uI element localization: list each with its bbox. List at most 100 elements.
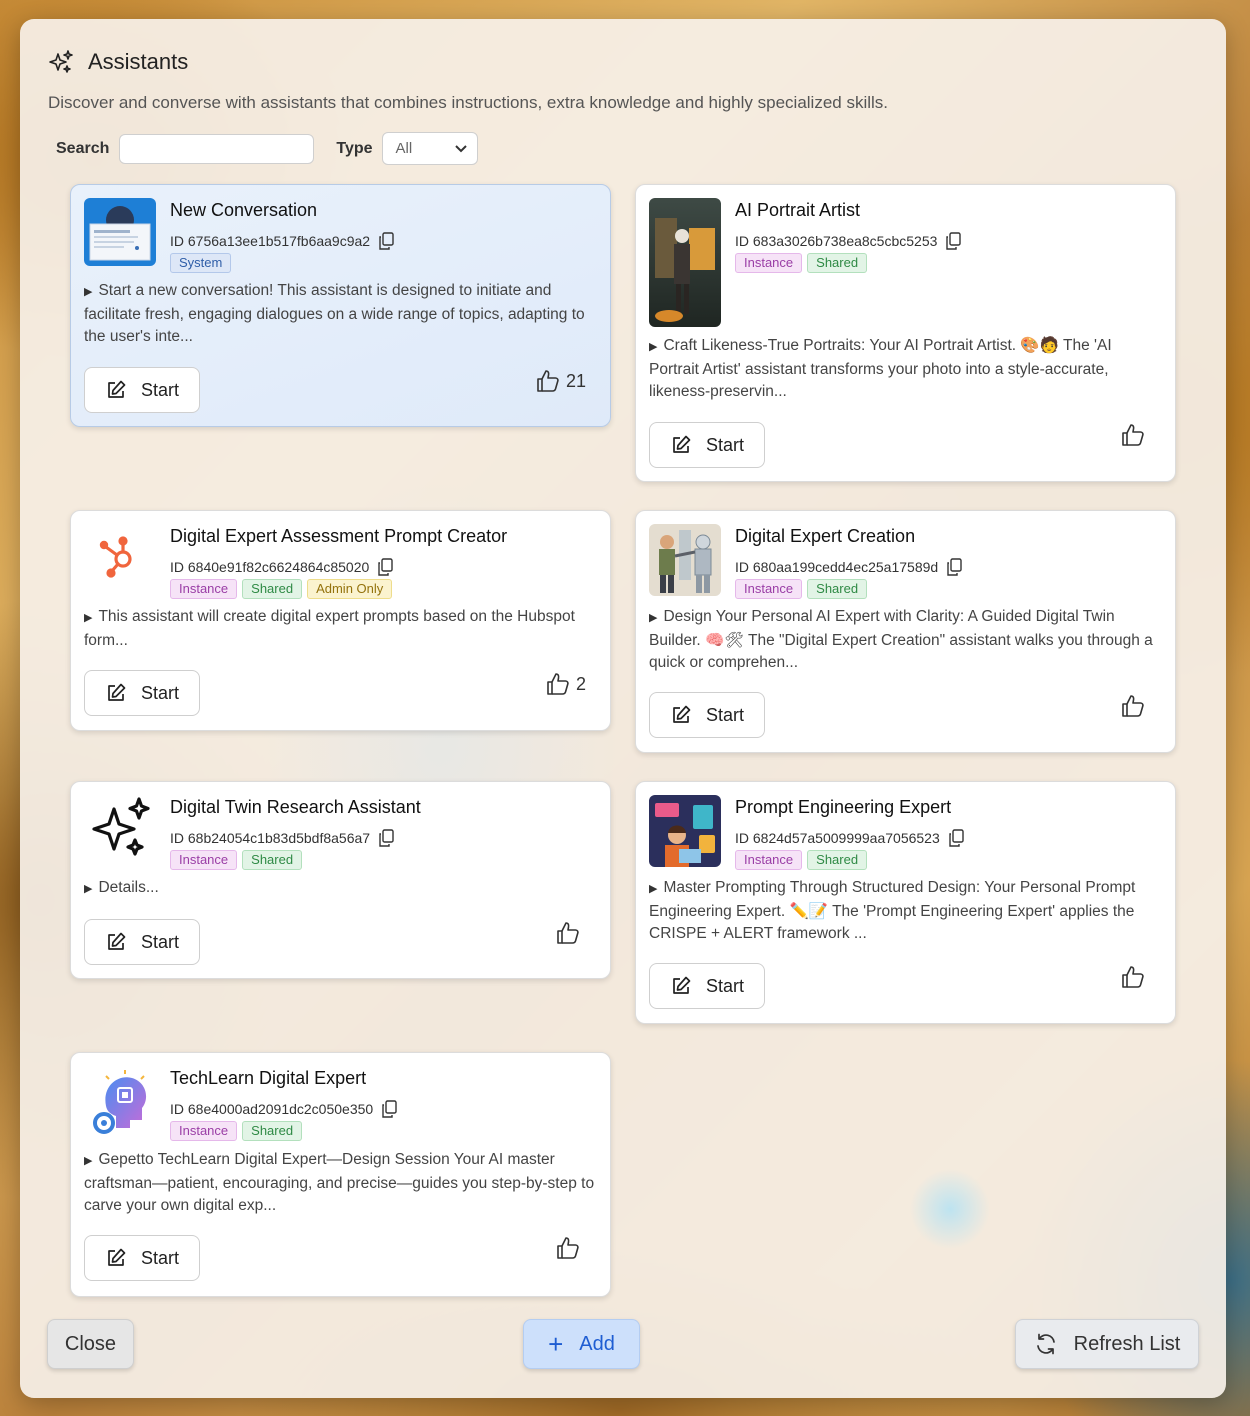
thumbs-up-icon	[557, 922, 579, 944]
add-button[interactable]: + Add	[523, 1319, 640, 1369]
assistant-description[interactable]: ▶ Start a new conversation! This assistan…	[84, 280, 597, 349]
copy-icon[interactable]	[946, 558, 962, 576]
copy-icon[interactable]	[381, 1100, 397, 1118]
like-button[interactable]: 2	[545, 671, 586, 697]
assistant-card[interactable]: Digital Expert Assessment Prompt Creator…	[70, 510, 611, 731]
copy-icon[interactable]	[377, 558, 393, 576]
assistant-description-text: Master Prompting Through Structured Desi…	[649, 879, 1136, 942]
assistant-title: Digital Expert Creation	[735, 526, 916, 546]
start-button[interactable]: Start	[84, 670, 200, 716]
start-button-label: Start	[140, 1247, 179, 1268]
assistant-description-text: Start a new conversation! This assistant…	[84, 282, 585, 345]
search-input[interactable]	[119, 133, 315, 164]
assistant-id: ID 68b24054c1b83d5bdf8a56a7	[170, 829, 394, 847]
shared-badge: Shared	[242, 579, 303, 599]
expand-triangle-icon: ▶	[84, 883, 93, 895]
assistant-card[interactable]: Digital Expert Creation ID 680aa199cedd4…	[635, 510, 1176, 753]
assistant-title: Digital Expert Assessment Prompt Creator	[170, 526, 508, 546]
expand-triangle-icon: ▶	[84, 612, 93, 624]
assistant-id-text: ID 68b24054c1b83d5bdf8a56a7	[170, 830, 371, 846]
start-button[interactable]: Start	[649, 422, 765, 468]
refresh-list-button[interactable]: Refresh List	[1015, 1319, 1199, 1369]
hubspot-logo	[84, 524, 156, 584]
assistant-description-text: Details...	[98, 879, 159, 896]
thumbs-up-icon	[1122, 424, 1144, 446]
assistant-title: AI Portrait Artist	[735, 200, 861, 220]
edit-icon	[108, 1248, 126, 1266]
assistant-description[interactable]: ▶ This assistant will create digital expe…	[84, 606, 597, 652]
assistant-id: ID 6756a13ee1b517fb6aa9c9a2	[170, 232, 394, 250]
expand-triangle-icon: ▶	[649, 341, 658, 353]
like-button[interactable]	[555, 920, 586, 946]
thumbs-up-icon	[1122, 695, 1144, 717]
refresh-icon	[1036, 1333, 1055, 1355]
assistant-title: TechLearn Digital Expert	[170, 1068, 367, 1088]
like-button[interactable]	[1120, 422, 1151, 448]
assistant-title: Digital Twin Research Assistant	[170, 797, 421, 817]
assistant-id-text: ID 6756a13ee1b517fb6aa9c9a2	[170, 233, 371, 249]
start-button[interactable]: Start	[649, 963, 765, 1009]
shared-badge: Shared	[242, 850, 303, 870]
start-button[interactable]: Start	[84, 919, 200, 965]
copy-icon[interactable]	[948, 829, 964, 847]
assistant-card[interactable]: Prompt Engineering Expert ID 6824d57a500…	[635, 781, 1176, 1024]
like-button[interactable]	[1120, 964, 1151, 990]
badge-list: Instance Shared	[735, 253, 868, 273]
assistant-description[interactable]: ▶ Details...	[84, 877, 597, 901]
shared-badge: Shared	[807, 579, 868, 599]
refresh-list-label: Refresh List	[1073, 1332, 1181, 1355]
instance-badge: Instance	[735, 253, 803, 273]
thumbs-up-icon	[557, 1237, 579, 1259]
like-count: 2	[575, 673, 586, 694]
dialog-title: Assistants	[88, 49, 189, 74]
type-select-value: All	[395, 140, 413, 157]
close-button[interactable]: Close	[47, 1319, 134, 1369]
admin-only-badge: Admin Only	[307, 579, 393, 599]
like-button[interactable]: 21	[535, 368, 586, 394]
system-badge: System	[170, 253, 232, 273]
assistant-thumbnail	[649, 524, 721, 596]
instance-badge: Instance	[735, 850, 803, 870]
assistant-description[interactable]: ▶ Design Your Personal AI Expert with Cla…	[649, 606, 1162, 675]
assistant-id: ID 680aa199cedd4ec25a17589d	[735, 558, 962, 576]
plus-icon: +	[548, 1328, 564, 1359]
badge-list: Instance Shared Admin Only	[170, 579, 393, 599]
assistant-card[interactable]: AI Portrait Artist ID 683a3026b738ea8c5c…	[635, 184, 1176, 482]
assistant-id-text: ID 6824d57a5009999aa7056523	[735, 830, 940, 846]
copy-icon[interactable]	[378, 232, 394, 250]
copy-icon[interactable]	[378, 829, 394, 847]
assistant-description-text: Craft Likeness-True Portraits: Your AI P…	[649, 337, 1112, 400]
type-select[interactable]: All	[381, 132, 478, 165]
copy-icon[interactable]	[945, 232, 962, 250]
shared-badge: Shared	[807, 850, 868, 870]
assistant-card[interactable]: New Conversation ID 6756a13ee1b517fb6aa9…	[70, 184, 611, 427]
badge-list: Instance Shared	[735, 579, 868, 599]
start-button[interactable]: Start	[84, 1235, 200, 1281]
assistant-description[interactable]: ▶ Craft Likeness-True Portraits: Your AI …	[649, 335, 1162, 404]
like-button[interactable]	[555, 1235, 586, 1261]
expand-triangle-icon: ▶	[84, 1155, 93, 1167]
start-button[interactable]: Start	[649, 692, 765, 738]
assistant-id-text: ID 68e4000ad2091dc2c050e350	[170, 1101, 374, 1117]
dialog-header: Assistants	[48, 49, 188, 75]
thumbs-up-icon	[1122, 966, 1144, 988]
assistant-description[interactable]: ▶ Gepetto TechLearn Digital Expert—Design…	[84, 1149, 597, 1218]
assistant-description-text: This assistant will create digital exper…	[84, 608, 575, 649]
instance-badge: Instance	[170, 579, 238, 599]
like-button[interactable]	[1120, 693, 1151, 719]
start-button[interactable]: Start	[84, 367, 200, 413]
assistant-description[interactable]: ▶ Master Prompting Through Structured Des…	[649, 877, 1162, 946]
badge-list: Instance Shared	[170, 850, 303, 870]
assistant-id: ID 6824d57a5009999aa7056523	[735, 829, 964, 847]
assistant-thumbnail	[84, 1066, 156, 1138]
badge-list: Instance Shared	[735, 850, 868, 870]
edit-icon	[108, 932, 126, 950]
instance-badge: Instance	[170, 1121, 238, 1141]
assistant-title: Prompt Engineering Expert	[735, 797, 952, 817]
expand-triangle-icon: ▶	[649, 883, 658, 895]
start-button-label: Start	[140, 682, 179, 703]
assistant-card[interactable]: Digital Twin Research Assistant ID 68b24…	[70, 781, 611, 979]
assistant-card[interactable]: TechLearn Digital Expert ID 68e4000ad209…	[70, 1052, 611, 1297]
assistant-id: ID 6840e91f82c6624864c85020	[170, 558, 393, 576]
instance-badge: Instance	[735, 579, 803, 599]
